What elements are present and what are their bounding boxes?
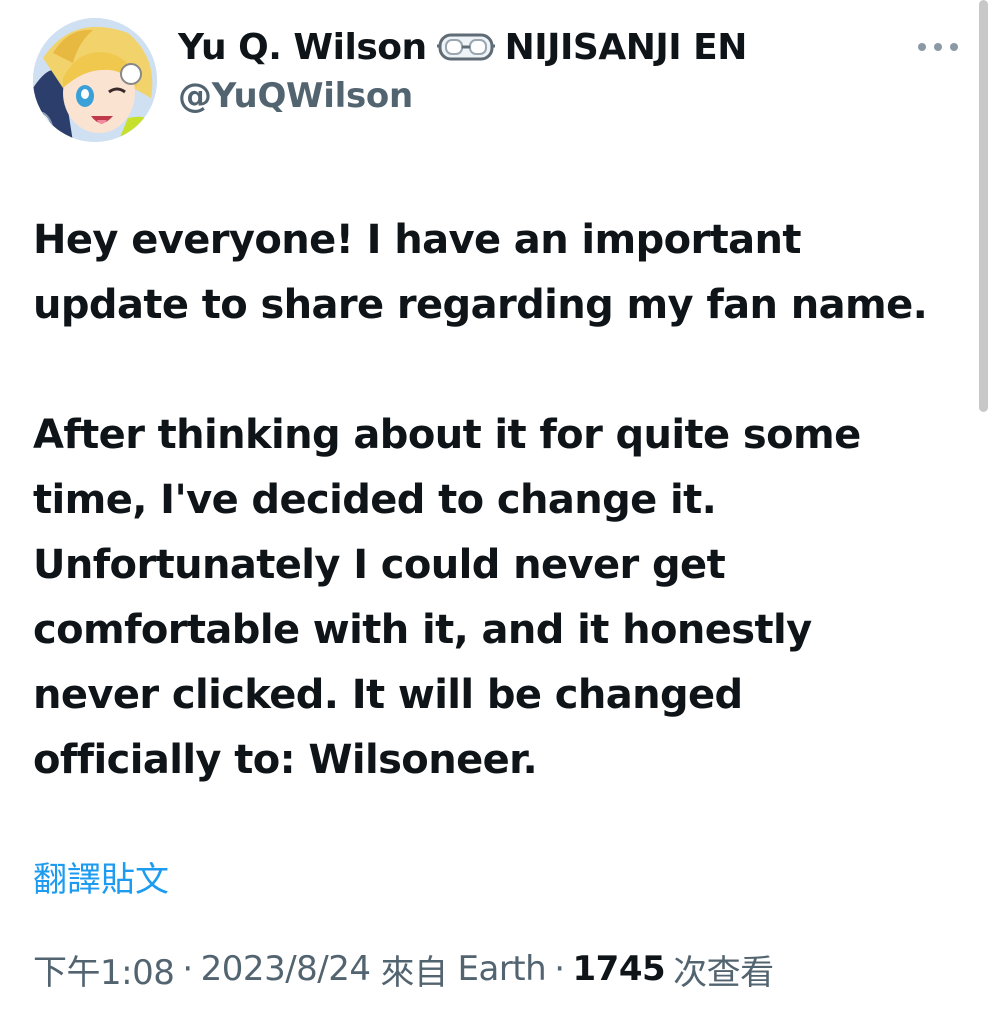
source-prefix: 來自: [380, 952, 449, 993]
views-label[interactable]: 次查看: [673, 945, 774, 994]
more-options-button[interactable]: [910, 32, 966, 62]
tweet-paragraph: After thinking about it for quite some t…: [33, 412, 861, 783]
tweet-source: Earth: [457, 949, 547, 989]
more-icon: [918, 43, 958, 51]
display-name[interactable]: Yu Q. Wilson: [178, 27, 427, 68]
scrollbar[interactable]: [979, 0, 988, 412]
views-count[interactable]: 1745: [573, 949, 666, 989]
goggles-icon: [436, 30, 495, 64]
author-name-row[interactable]: Yu Q. Wilson NIJISANJI EN: [178, 22, 747, 72]
avatar[interactable]: [33, 18, 157, 142]
tweet-text: Hey everyone! I have an important update…: [33, 208, 968, 793]
author-handle[interactable]: @YuQWilson: [178, 76, 413, 116]
tweet-meta: 下午1:08 · 2023/8/24 來自 Earth · 1745 次查看: [33, 944, 774, 994]
avatar-illustration: [33, 18, 157, 142]
separator-dot: ·: [554, 949, 565, 989]
translate-post-link[interactable]: 翻譯貼文: [33, 852, 169, 901]
separator-dot: ·: [182, 949, 193, 989]
author-affiliation[interactable]: NIJISANJI EN: [505, 27, 748, 68]
tweet-paragraph: Hey everyone! I have an important update…: [33, 217, 928, 328]
tweet-date[interactable]: 2023/8/24: [201, 949, 371, 989]
tweet-time[interactable]: 下午1:08: [33, 945, 175, 994]
tweet-card: Yu Q. Wilson NIJISANJI EN @YuQWilson Hey…: [0, 0, 994, 1024]
